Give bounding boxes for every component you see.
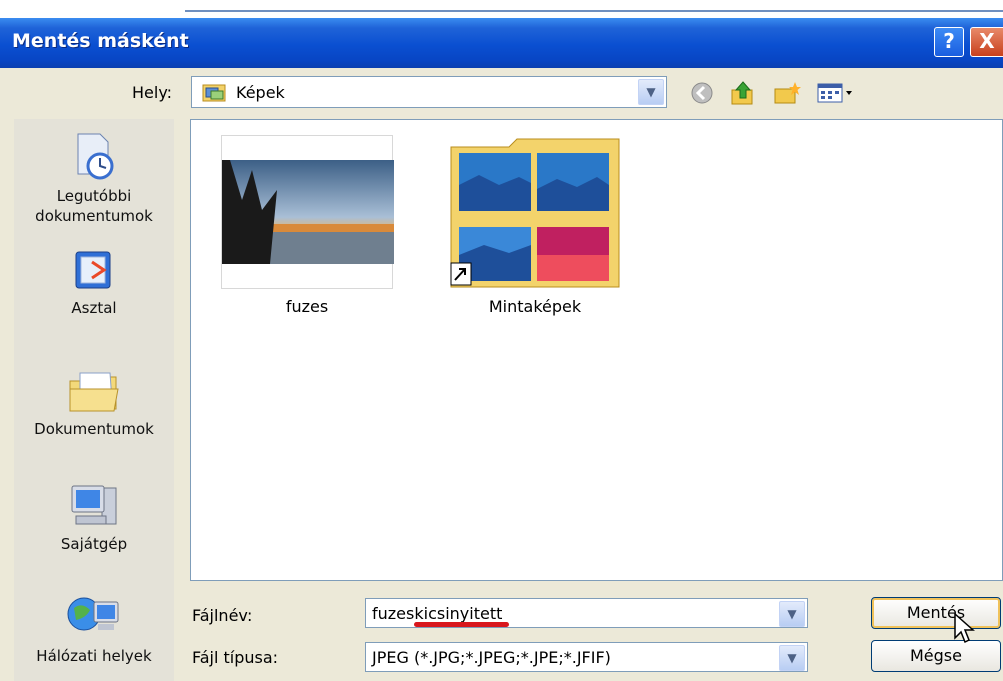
save-button[interactable]: Mentés xyxy=(871,597,1001,629)
my-documents-icon xyxy=(69,372,119,412)
place-recent-documents[interactable]: Legutóbbi dokumentumok xyxy=(14,130,174,226)
filename-dropdown-button[interactable]: ▼ xyxy=(779,601,805,627)
place-desktop[interactable]: Asztal xyxy=(14,248,174,318)
location-value: Képek xyxy=(236,83,285,102)
file-item-fuzes[interactable] xyxy=(221,135,394,289)
place-my-computer-label: Sajátgép xyxy=(60,535,128,553)
new-folder-icon[interactable] xyxy=(773,80,801,106)
filetype-label: Fájl típusa: xyxy=(192,648,279,667)
sample-pictures-folder-icon xyxy=(450,138,620,288)
place-my-documents[interactable]: Dokumentumok xyxy=(14,367,174,439)
file-name-fuzes: fuzes xyxy=(285,297,329,316)
place-my-computer[interactable]: Sajátgép xyxy=(14,482,174,554)
folder-name-mintakepek: Mintaképek xyxy=(488,297,582,316)
chevron-down-icon: ▼ xyxy=(787,607,797,621)
chevron-down-icon: ▼ xyxy=(646,85,656,99)
up-folder-icon[interactable] xyxy=(730,80,756,106)
desktop-icon xyxy=(75,251,111,289)
dialog-title: Mentés másként xyxy=(12,30,189,52)
network-places-icon xyxy=(67,597,119,631)
back-icon[interactable] xyxy=(690,80,714,106)
close-button[interactable]: X xyxy=(970,27,1003,57)
save-as-dialog: Mentés másként ? X Hely: Képek ▼ Legutób… xyxy=(0,0,1003,681)
file-list[interactable]: fuzes Mintaképek xyxy=(190,119,1003,581)
location-combo[interactable]: Képek ▼ xyxy=(191,76,667,108)
pictures-folder-icon xyxy=(202,84,226,102)
background-strip xyxy=(0,0,1003,18)
place-network-places-label: Hálózati helyek xyxy=(36,647,152,665)
place-recent-documents-label: Legutóbbi dokumentumok xyxy=(35,187,153,225)
location-dropdown-button[interactable]: ▼ xyxy=(638,79,664,105)
mouse-cursor-icon xyxy=(954,612,975,644)
filetype-select[interactable]: JPEG (*.JPG;*.JPEG;*.JPE;*.JFIF) ▼ xyxy=(365,642,808,672)
help-button[interactable]: ? xyxy=(934,27,964,57)
my-computer-icon xyxy=(71,485,117,525)
chevron-down-icon: ▼ xyxy=(787,651,797,665)
place-my-documents-label: Dokumentumok xyxy=(34,420,154,438)
views-menu-icon[interactable] xyxy=(816,80,858,106)
annotation-underline xyxy=(414,622,509,627)
filename-label: Fájlnév: xyxy=(192,606,253,625)
place-desktop-label: Asztal xyxy=(71,299,117,317)
filetype-dropdown-button[interactable]: ▼ xyxy=(779,645,805,671)
location-label: Hely: xyxy=(132,83,173,102)
filename-value: fuzeskicsinyitett xyxy=(372,604,503,623)
place-network-places[interactable]: Hálózati helyek xyxy=(14,592,174,666)
filetype-value: JPEG (*.JPG;*.JPEG;*.JPE;*.JFIF) xyxy=(372,648,611,667)
cancel-button[interactable]: Mégse xyxy=(871,640,1001,672)
recent-documents-icon xyxy=(77,133,114,180)
folder-item-mintakepek[interactable] xyxy=(449,135,621,289)
fuzes-thumbnail-image xyxy=(222,160,394,264)
